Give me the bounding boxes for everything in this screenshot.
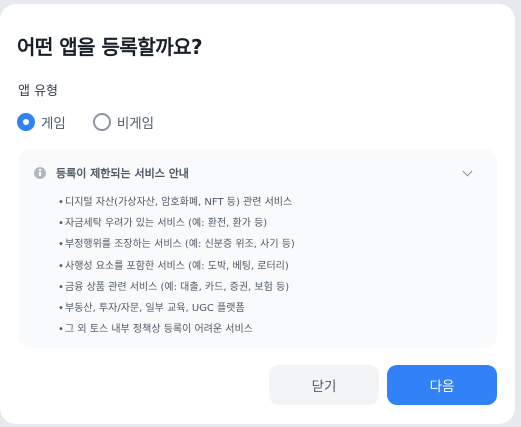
list-item: 금융 상품 관련 서비스 (예: 대출, 카드, 증권, 보험 등) [58,277,295,298]
register-app-dialog: 어떤 앱을 등록할까요? 앱 유형 게임 비게임 등록이 제한되는 서비스 안내… [0,4,515,424]
radio-checked-icon[interactable] [17,113,35,131]
list-item: 디지털 자산(가상자산, 암호화폐, NFT 등) 관련 서비스 [58,192,295,213]
radio-label-game: 게임 [41,116,66,132]
radio-label-non-game: 비게임 [116,116,155,132]
radio-option-game[interactable]: 게임 [17,112,66,132]
next-button[interactable]: 다음 [387,365,497,405]
radio-unchecked-icon[interactable] [92,113,111,131]
app-type-radio-group: 게임 비게임 [17,111,181,133]
restricted-services-list: 디지털 자산(가상자산, 암호화폐, NFT 등) 관련 서비스 자금세탁 우려… [58,192,295,340]
notice-title: 등록이 제한되는 서비스 안내 [56,167,189,180]
app-type-label: 앱 유형 [18,84,59,99]
radio-option-non-game[interactable]: 비게임 [92,112,155,132]
dialog-title: 어떤 앱을 등록할까요? [17,35,203,59]
chevron-down-icon[interactable] [462,166,473,177]
list-item: 부동산, 투자/자문, 일부 교육, UGC 플랫폼 [58,298,295,319]
list-item: 사행성 요소를 포함한 서비스 (예: 도박, 베팅, 로터리) [58,256,295,277]
list-item: 그 외 토스 내부 정책상 등록이 어려운 서비스 [58,319,295,340]
list-item: 자금세탁 우려가 있는 서비스 (예: 환전, 환가 등) [58,213,295,234]
list-item: 부정행위를 조장하는 서비스 (예: 신분증 위조, 사기 등) [58,234,295,255]
info-icon [34,167,46,179]
close-button[interactable]: 닫기 [269,365,379,405]
notice-header[interactable]: 등록이 제한되는 서비스 안내 [34,165,189,181]
restricted-services-notice: 등록이 제한되는 서비스 안내 디지털 자산(가상자산, 암호화폐, NFT 등… [18,149,497,348]
